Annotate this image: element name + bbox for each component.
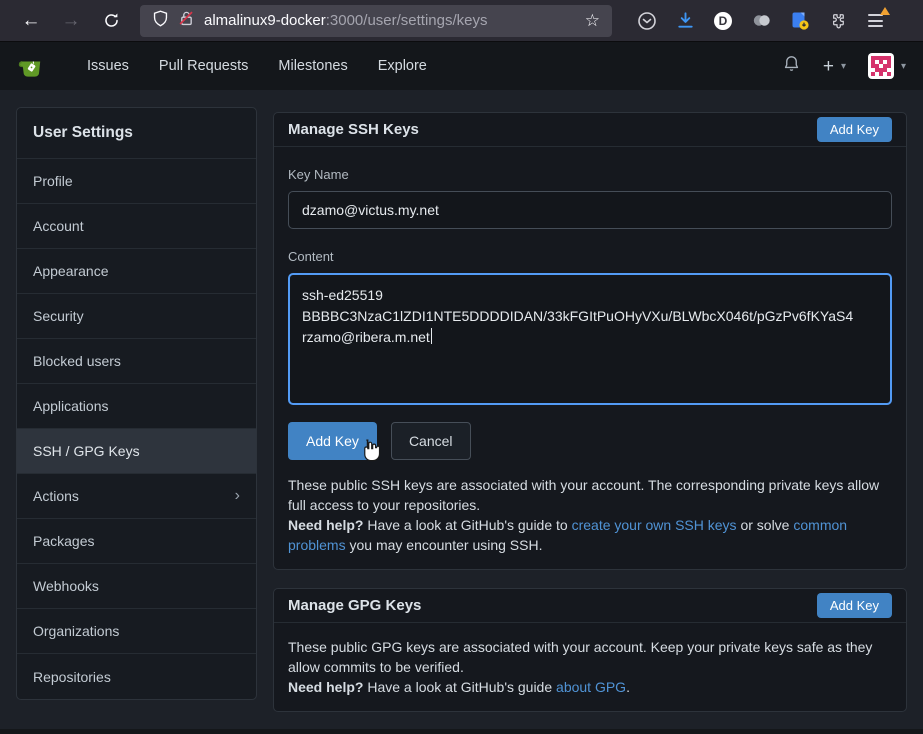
user-menu-dropdown[interactable]: ▾ xyxy=(868,53,906,79)
cancel-button[interactable]: Cancel xyxy=(391,422,471,460)
nav-item-pull-requests[interactable]: Pull Requests xyxy=(144,58,263,74)
reload-icon[interactable] xyxy=(96,6,126,36)
create-new-dropdown[interactable]: + ▾ xyxy=(823,57,846,76)
sidebar-item-packages[interactable]: Packages xyxy=(17,519,256,564)
need-help-label: Need help? xyxy=(288,679,363,695)
sidebar-item-applications[interactable]: Applications xyxy=(17,384,256,429)
gpg-panel-header: Manage GPG Keys Add Key xyxy=(274,589,906,623)
plus-icon: + xyxy=(823,57,834,76)
manage-ssh-keys-panel: Manage SSH Keys Add Key Key Name Content… xyxy=(273,112,907,570)
ssh-form-buttons: Add Key Cancel xyxy=(288,422,892,460)
ssh-add-key-toggle-button[interactable]: Add Key xyxy=(817,117,892,142)
menu-hamburger-icon[interactable] xyxy=(864,10,886,32)
key-name-label: Key Name xyxy=(288,167,892,182)
ssh-panel-body: Key Name Content ssh-ed25519 BBBBC3NzaC1… xyxy=(274,147,906,569)
sidebar-item-profile[interactable]: Profile xyxy=(17,159,256,204)
gpg-add-key-toggle-button[interactable]: Add Key xyxy=(817,593,892,618)
text-cursor xyxy=(431,328,432,344)
sidebar-item-webhooks[interactable]: Webhooks xyxy=(17,564,256,609)
hamburger-bars xyxy=(868,14,883,27)
screen: ← → almalinux9-docker:3000/user/settings… xyxy=(0,0,923,734)
ssh-help-text: These public SSH keys are associated wit… xyxy=(288,475,892,555)
darkreader-letter: D xyxy=(714,12,732,30)
darkreader-icon[interactable]: D xyxy=(712,10,734,32)
gpg-help-line2: Need help? Have a look at GitHub's guide… xyxy=(288,677,892,697)
add-key-submit-button[interactable]: Add Key xyxy=(288,422,377,460)
extensions-puzzle-icon[interactable] xyxy=(826,10,848,32)
navbar-right: + ▾ ▾ xyxy=(782,53,906,79)
browser-nav-buttons: ← → xyxy=(16,6,126,36)
content-label: Content xyxy=(288,249,892,264)
page-content: User Settings Profile Account Appearance… xyxy=(0,90,923,734)
gitea-logo-icon[interactable] xyxy=(17,53,44,80)
content-text: ssh-ed25519 BBBBC3NzaC1lZDI1NTE5DDDDIDAN… xyxy=(302,287,853,345)
back-icon[interactable]: ← xyxy=(16,6,46,36)
ssh-panel-header: Manage SSH Keys Add Key xyxy=(274,113,906,147)
notifications-bell-icon[interactable] xyxy=(782,54,801,78)
main-content: Manage SSH Keys Add Key Key Name Content… xyxy=(273,112,907,730)
sidebar-item-actions[interactable]: Actions › xyxy=(17,474,256,519)
shield-icon[interactable] xyxy=(152,10,169,31)
gpg-help-line1: These public GPG keys are associated wit… xyxy=(288,637,892,677)
key-name-input[interactable] xyxy=(288,191,892,229)
gpg-panel-body: These public GPG keys are associated wit… xyxy=(274,623,906,711)
nav-item-explore[interactable]: Explore xyxy=(363,58,442,74)
url-path: :3000/user/settings/keys xyxy=(326,12,488,29)
user-avatar[interactable] xyxy=(868,53,894,79)
gpg-panel-title: Manage GPG Keys xyxy=(288,597,421,614)
settings-sidebar: User Settings Profile Account Appearance… xyxy=(16,107,257,700)
gpg-help-text: These public GPG keys are associated wit… xyxy=(288,637,892,697)
chevron-down-icon: ▾ xyxy=(901,61,906,72)
nav-item-milestones[interactable]: Milestones xyxy=(263,58,362,74)
sidebar-title: User Settings xyxy=(17,108,256,159)
create-ssh-keys-link[interactable]: create your own SSH keys xyxy=(572,517,737,533)
sidebar-item-appearance[interactable]: Appearance xyxy=(17,249,256,294)
nav-item-issues[interactable]: Issues xyxy=(72,58,144,74)
translate-doc-icon[interactable] xyxy=(788,10,810,32)
insecure-lock-icon[interactable] xyxy=(178,10,195,31)
browser-extension-area: D xyxy=(636,10,886,32)
download-icon[interactable] xyxy=(674,10,696,32)
sidebar-item-security[interactable]: Security xyxy=(17,294,256,339)
about-gpg-link[interactable]: about GPG xyxy=(556,679,626,695)
update-badge-icon xyxy=(880,7,890,15)
manage-gpg-keys-panel: Manage GPG Keys Add Key These public GPG… xyxy=(273,588,907,712)
forward-icon[interactable]: → xyxy=(56,6,86,36)
sidebar-item-organizations[interactable]: Organizations xyxy=(17,609,256,654)
browser-toolbar: ← → almalinux9-docker:3000/user/settings… xyxy=(0,0,923,42)
bookmark-star-icon[interactable]: ☆ xyxy=(585,11,600,31)
ssh-help-line1: These public SSH keys are associated wit… xyxy=(288,475,892,515)
content-textarea[interactable]: ssh-ed25519 BBBBC3NzaC1lZDI1NTE5DDDDIDAN… xyxy=(288,273,892,405)
sidebar-item-ssh-gpg-keys[interactable]: SSH / GPG Keys xyxy=(17,429,256,474)
window-bottom-edge xyxy=(0,729,923,734)
chevron-right-icon: › xyxy=(235,487,240,505)
url-bar[interactable]: almalinux9-docker:3000/user/settings/key… xyxy=(140,5,612,37)
pocket-icon[interactable] xyxy=(636,10,658,32)
sidebar-item-account[interactable]: Account xyxy=(17,204,256,249)
gitea-navbar: Issues Pull Requests Milestones Explore … xyxy=(0,42,923,90)
url-text: almalinux9-docker:3000/user/settings/key… xyxy=(204,12,488,29)
sidebar-item-label: Actions xyxy=(33,488,79,504)
url-domain: almalinux9-docker xyxy=(204,12,326,29)
ssh-help-line2: Need help? Have a look at GitHub's guide… xyxy=(288,515,892,555)
sidebar-item-repositories[interactable]: Repositories xyxy=(17,654,256,699)
chevron-down-icon: ▾ xyxy=(841,61,846,72)
ssh-panel-title: Manage SSH Keys xyxy=(288,121,419,138)
extension-circles-icon[interactable] xyxy=(750,10,772,32)
need-help-label: Need help? xyxy=(288,517,363,533)
sidebar-item-blocked-users[interactable]: Blocked users xyxy=(17,339,256,384)
